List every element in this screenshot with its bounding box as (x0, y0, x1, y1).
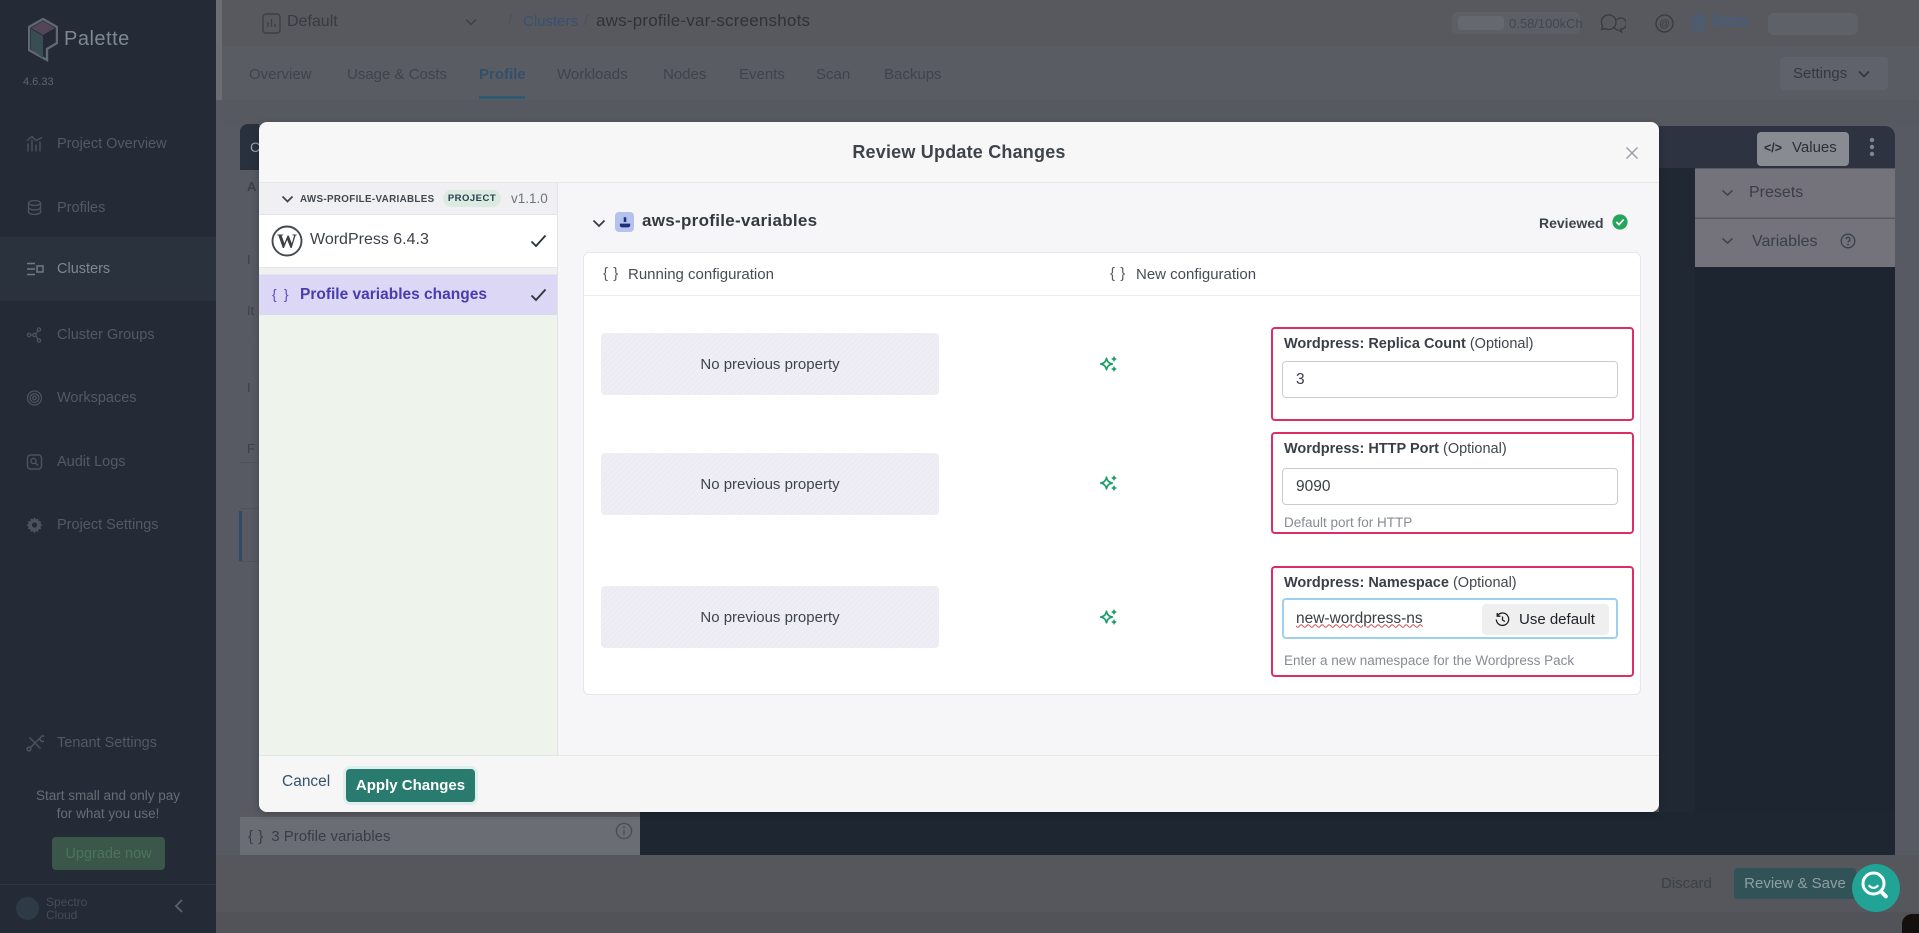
svg-text:@: @ (1659, 18, 1670, 30)
svg-text:W: W (277, 231, 297, 253)
